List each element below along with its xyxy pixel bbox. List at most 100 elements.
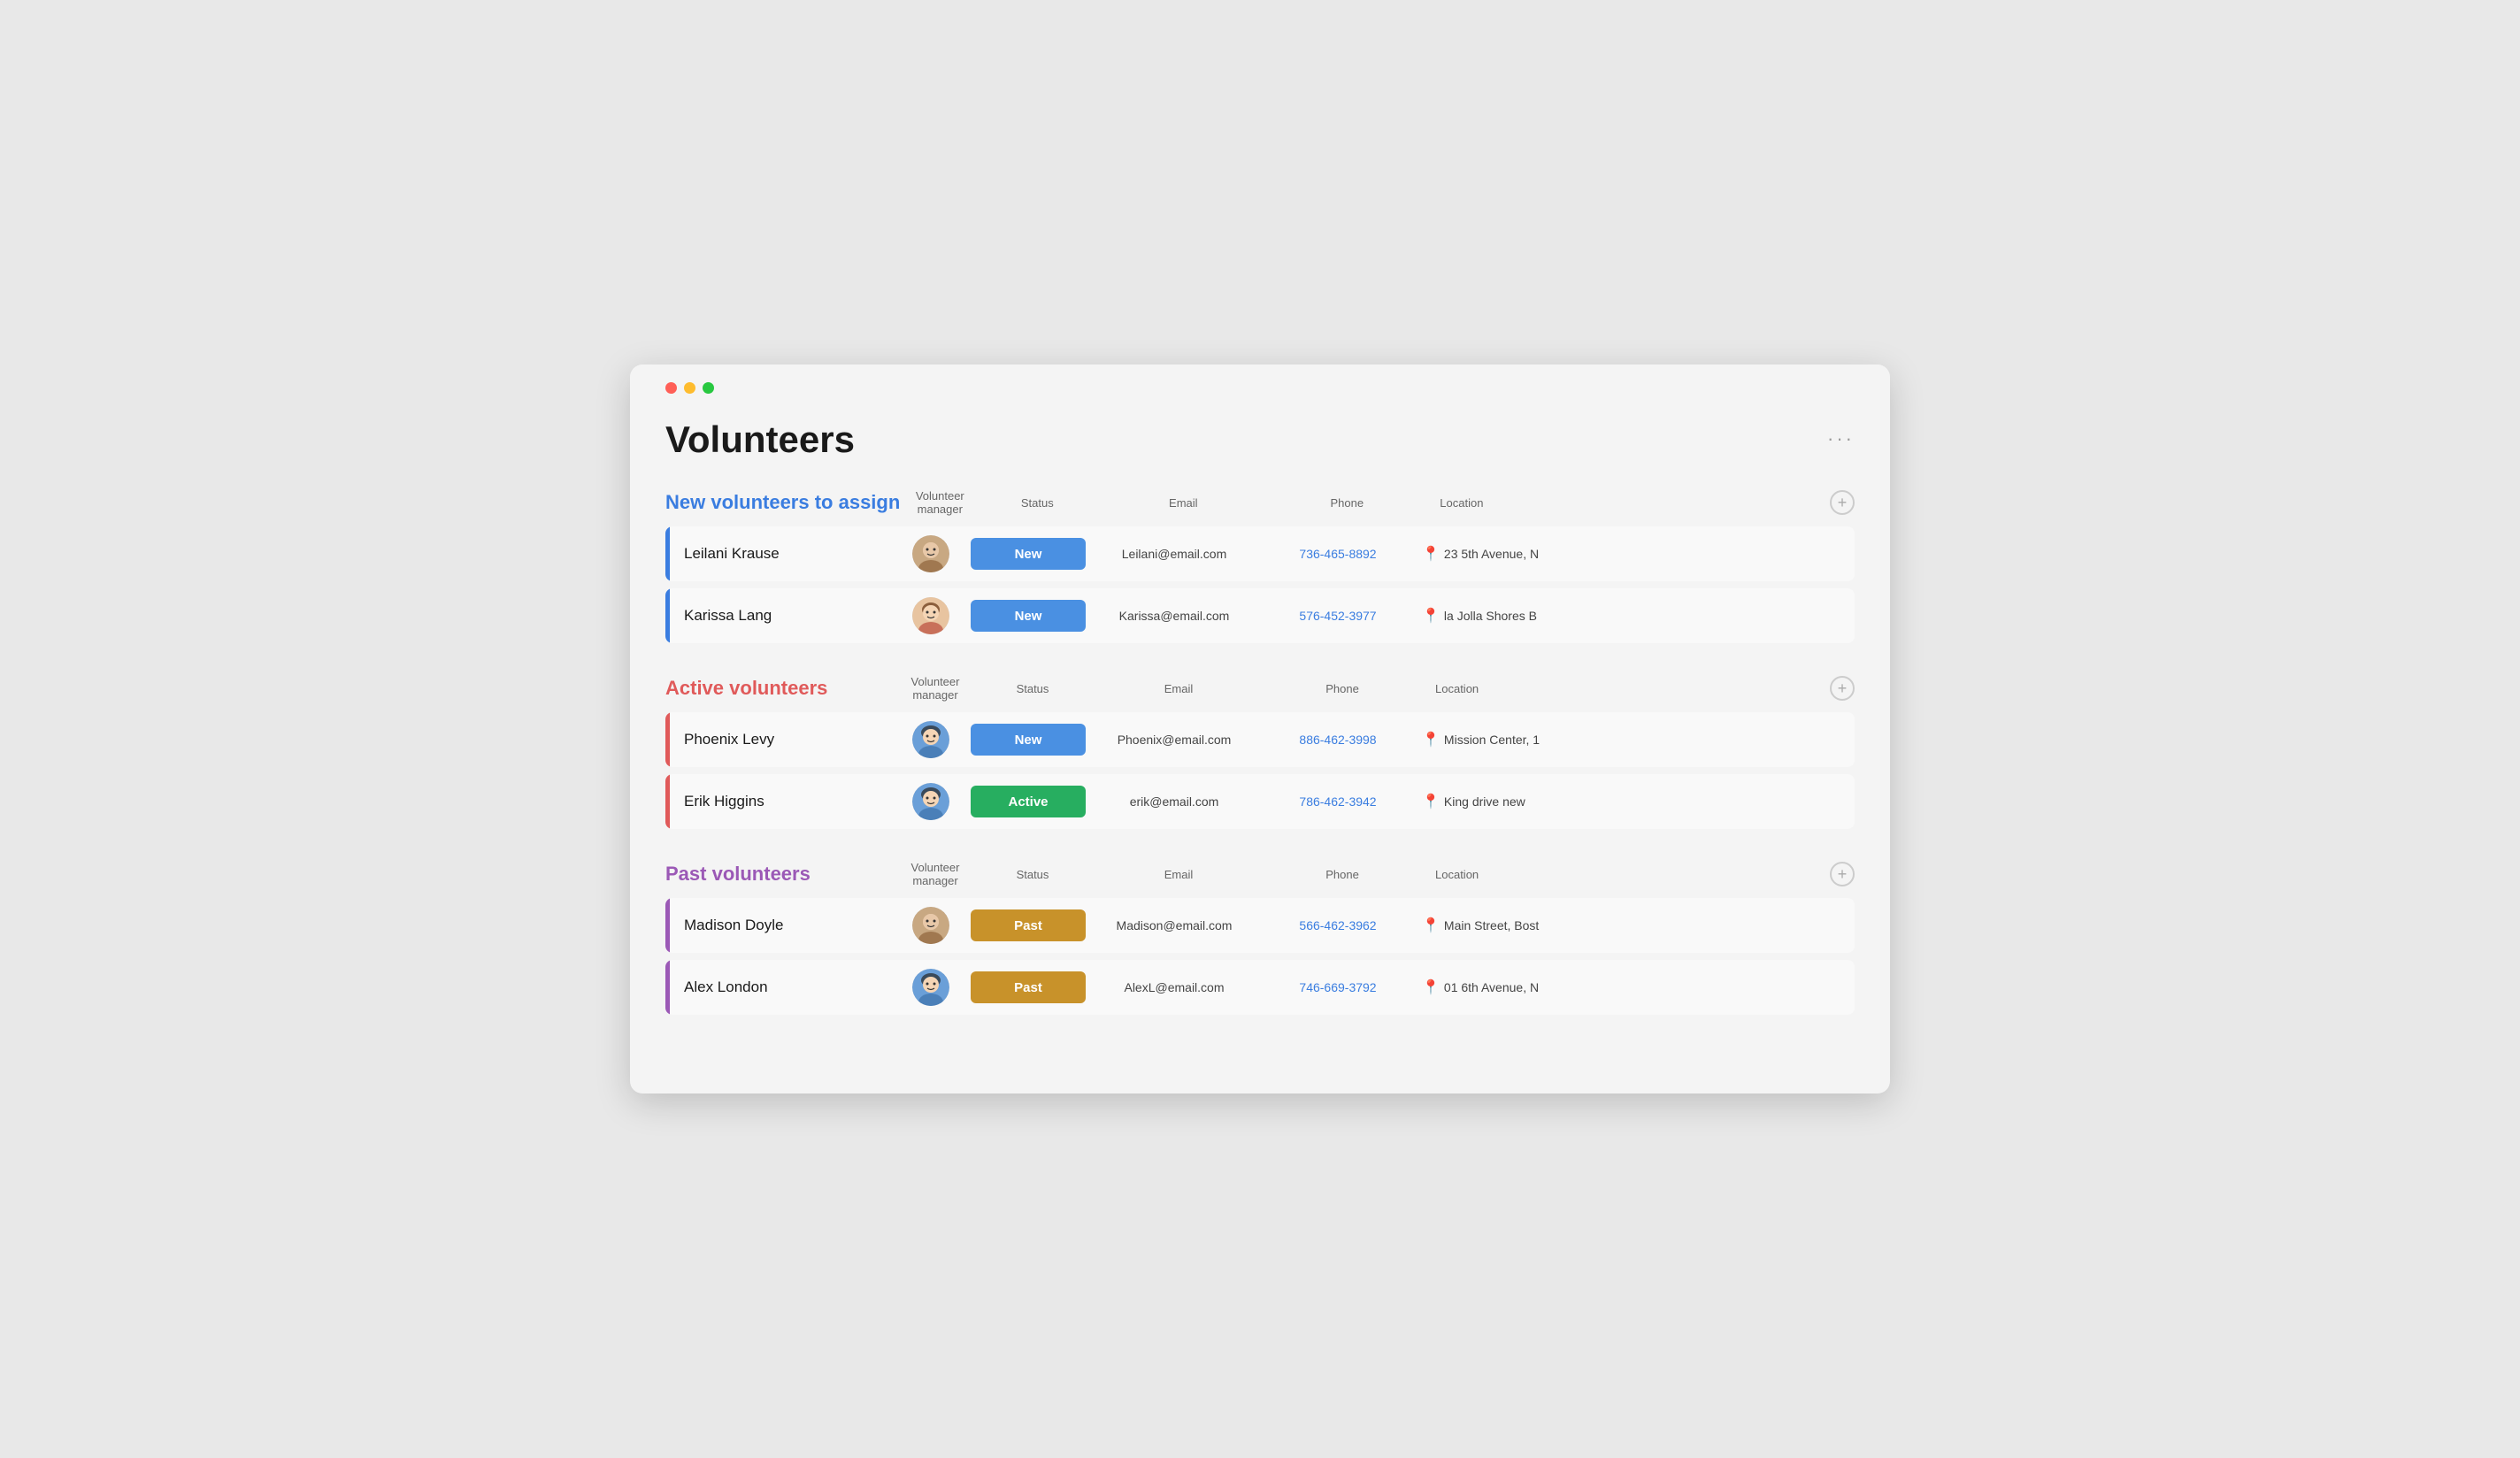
location-cell: 📍Main Street, Bost — [1413, 917, 1855, 934]
row-data: PastAlexL@email.com746-669-3792 📍 01 6th A… — [891, 969, 1855, 1006]
email-cell: AlexL@email.com — [1086, 980, 1263, 994]
location-cell: 📍 23 5th Avenue, N — [1413, 545, 1855, 563]
location-cell: 📍 la Jolla Shores B — [1413, 607, 1855, 625]
page-title: Volunteers — [665, 418, 855, 461]
col-header-phone: Phone — [1267, 682, 1418, 695]
avatar — [912, 969, 949, 1006]
section-new: New volunteers to assignVolunteer manage… — [665, 489, 1855, 643]
section-active-col-headers: Volunteer managerStatusEmailPhoneLocatio… — [895, 675, 1830, 702]
email-cell: Madison@email.com — [1086, 918, 1263, 932]
location-icon: 📍 — [1422, 607, 1440, 625]
status-badge: Past — [971, 909, 1086, 941]
section-active: Active volunteersVolunteer managerStatus… — [665, 675, 1855, 829]
phone-cell[interactable]: 566-462-3962 — [1263, 918, 1413, 932]
location-text: King drive new — [1444, 794, 1525, 809]
volunteer-name: Leilani Krause — [670, 545, 891, 563]
add-volunteer-button-active[interactable]: + — [1830, 676, 1855, 701]
row-data: NewPhoenix@email.com886-462-3998📍Mission… — [891, 721, 1855, 758]
location-cell: 📍 01 6th Avenue, N — [1413, 978, 1855, 996]
status-badge: Past — [971, 971, 1086, 1003]
avatar — [912, 535, 949, 572]
status-cell: Past — [971, 971, 1086, 1003]
add-volunteer-button-new[interactable]: + — [1830, 490, 1855, 515]
section-active-header: Active volunteersVolunteer managerStatus… — [665, 675, 1855, 702]
location-icon: 📍 — [1422, 793, 1440, 810]
volunteer-manager-cell — [891, 969, 971, 1006]
table-row[interactable]: Leilani Krause NewLeilani@email.com736-4… — [665, 526, 1855, 581]
email-cell: Leilani@email.com — [1086, 547, 1263, 561]
phone-cell[interactable]: 786-462-3942 — [1263, 794, 1413, 809]
status-cell: New — [971, 600, 1086, 632]
location-icon: 📍 — [1422, 731, 1440, 748]
volunteer-manager-cell — [891, 907, 971, 944]
phone-cell[interactable]: 886-462-3998 — [1263, 733, 1413, 747]
col-header-email: Email — [1090, 868, 1267, 881]
location-text: 23 5th Avenue, N — [1444, 547, 1539, 561]
location-icon: 📍 — [1422, 978, 1440, 996]
avatar — [912, 721, 949, 758]
traffic-lights — [665, 382, 1855, 394]
page-header: Volunteers ··· — [665, 418, 1855, 461]
minimize-button[interactable] — [684, 382, 695, 394]
table-row[interactable]: Phoenix Levy NewPhoenix@email.com886-462… — [665, 712, 1855, 767]
section-past: Past volunteersVolunteer managerStatusEm… — [665, 861, 1855, 1015]
more-options-button[interactable]: ··· — [1827, 427, 1855, 450]
col-header-status: Status — [975, 682, 1090, 695]
row-data: PastMadison@email.com566-462-3962📍Main S… — [891, 907, 1855, 944]
location-text: 01 6th Avenue, N — [1444, 980, 1539, 994]
email-cell: Karissa@email.com — [1086, 609, 1263, 623]
phone-cell[interactable]: 576-452-3977 — [1263, 609, 1413, 623]
volunteer-name: Alex London — [670, 978, 891, 996]
col-header-email: Email — [1090, 682, 1267, 695]
volunteer-manager-cell — [891, 783, 971, 820]
col-header-status: Status — [975, 868, 1090, 881]
section-past-col-headers: Volunteer managerStatusEmailPhoneLocatio… — [895, 861, 1830, 887]
status-badge: Active — [971, 786, 1086, 817]
col-header-email: Email — [1095, 496, 1272, 510]
table-row[interactable]: Alex London PastAlexL@email.com746-669-3… — [665, 960, 1855, 1015]
status-badge: New — [971, 600, 1086, 632]
volunteer-manager-cell — [891, 597, 971, 634]
volunteer-name: Phoenix Levy — [670, 731, 891, 748]
status-cell: Past — [971, 909, 1086, 941]
section-new-col-headers: Volunteer managerStatusEmailPhoneLocatio… — [900, 489, 1830, 516]
location-icon: 📍 — [1422, 545, 1440, 563]
table-row[interactable]: Erik Higgins Activeerik@email.com786-462… — [665, 774, 1855, 829]
avatar — [912, 783, 949, 820]
status-badge: New — [971, 538, 1086, 570]
col-header-manager: Volunteer manager — [895, 675, 975, 702]
fullscreen-button[interactable] — [703, 382, 714, 394]
row-data: Activeerik@email.com786-462-3942📍King dr… — [891, 783, 1855, 820]
section-past-header: Past volunteersVolunteer managerStatusEm… — [665, 861, 1855, 887]
table-row[interactable]: Madison Doyle PastMadison@email.com566-4… — [665, 898, 1855, 953]
volunteer-name: Karissa Lang — [670, 607, 891, 625]
table-row[interactable]: Karissa Lang NewKarissa@email.com576-452… — [665, 588, 1855, 643]
add-volunteer-button-past[interactable]: + — [1830, 862, 1855, 886]
col-header-manager: Volunteer manager — [900, 489, 980, 516]
volunteer-manager-cell — [891, 721, 971, 758]
col-header-phone: Phone — [1272, 496, 1422, 510]
row-data: NewKarissa@email.com576-452-3977 📍 la Joll… — [891, 597, 1855, 634]
col-header-status: Status — [980, 496, 1095, 510]
volunteer-manager-cell — [891, 535, 971, 572]
section-past-title: Past volunteers — [665, 863, 895, 886]
row-data: NewLeilani@email.com736-465-8892 📍 23 5th … — [891, 535, 1855, 572]
avatar — [912, 907, 949, 944]
phone-cell[interactable]: 746-669-3792 — [1263, 980, 1413, 994]
phone-cell[interactable]: 736-465-8892 — [1263, 547, 1413, 561]
volunteer-name: Erik Higgins — [670, 793, 891, 810]
location-cell: 📍 Mission Center, 1 — [1413, 731, 1855, 748]
location-cell: 📍 King drive new — [1413, 793, 1855, 810]
status-badge: New — [971, 724, 1086, 756]
col-header-location: Location — [1418, 868, 1830, 881]
location-text: Mission Center, 1 — [1444, 733, 1540, 747]
section-active-title: Active volunteers — [665, 677, 895, 700]
col-header-manager: Volunteer manager — [895, 861, 975, 887]
status-cell: New — [971, 538, 1086, 570]
col-header-phone: Phone — [1267, 868, 1418, 881]
location-text: la Jolla Shores B — [1444, 609, 1537, 623]
location-icon: 📍 — [1422, 917, 1440, 934]
status-cell: Active — [971, 786, 1086, 817]
section-new-title: New volunteers to assign — [665, 491, 900, 514]
close-button[interactable] — [665, 382, 677, 394]
